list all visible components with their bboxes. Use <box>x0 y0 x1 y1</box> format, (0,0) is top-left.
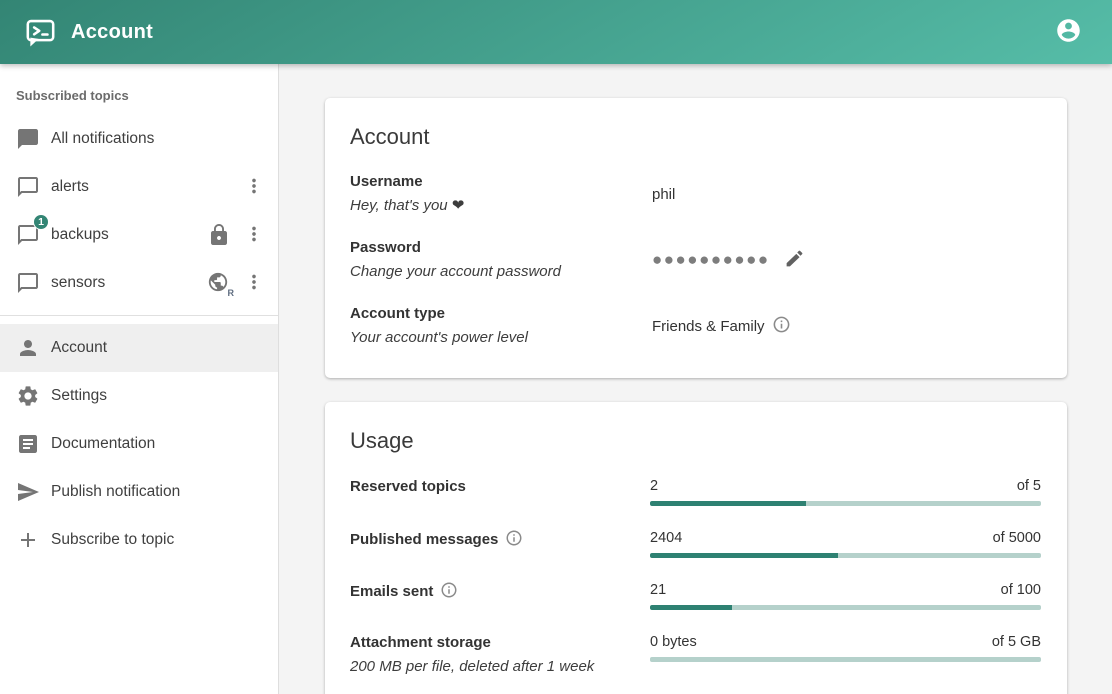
sidebar-item-label: Subscribe to topic <box>51 531 270 549</box>
attachment-storage-row: Attachment storage 200 MB per file, dele… <box>350 633 1041 677</box>
sidebar-item-label: sensors <box>51 274 207 292</box>
emails-sent-meter: 21 of 100 <box>650 581 1041 610</box>
page-title: Account <box>71 21 1046 44</box>
main-content: Account Username Hey, that's you ❤ phil … <box>279 64 1112 694</box>
sidebar-divider <box>0 315 278 316</box>
info-icon <box>440 581 458 602</box>
sidebar-item-label: alerts <box>51 178 238 196</box>
account-type-value: Friends & Family <box>652 318 765 335</box>
lock-icon <box>207 223 231 247</box>
username-value: phil <box>652 186 1041 203</box>
usage-card: Usage Reserved topics 2 of 5 Published m… <box>325 402 1067 694</box>
emails-sent-label: Emails sent <box>350 583 433 600</box>
meter-current: 2 <box>650 477 658 496</box>
meter-current: 21 <box>650 581 666 600</box>
published-messages-info-button[interactable] <box>505 529 523 550</box>
attachment-storage-subtitle: 200 MB per file, deleted after 1 week <box>350 657 650 677</box>
emails-sent-info-button[interactable] <box>440 581 458 602</box>
chat-bubble-filled-icon <box>16 127 40 151</box>
reserved-letter: R <box>228 289 235 298</box>
published-messages-meter: 2404 of 5000 <box>650 529 1041 558</box>
meter-limit: of 5 GB <box>992 633 1041 652</box>
info-icon <box>772 315 791 337</box>
username-subtitle: Hey, that's you ❤ <box>350 196 652 216</box>
more-vert-icon <box>243 223 265 248</box>
username-label: Username <box>350 172 652 192</box>
username-row: Username Hey, that's you ❤ phil <box>350 172 1041 216</box>
change-password-button[interactable] <box>780 245 810 275</box>
progress-bar <box>650 605 1041 610</box>
sidebar-item-subscribe-to-topic[interactable]: Subscribe to topic <box>0 516 278 564</box>
sidebar-item-label: backups <box>51 226 207 244</box>
password-label: Password <box>350 238 652 258</box>
chat-bubble-outline-icon <box>16 271 40 295</box>
person-icon <box>16 336 40 360</box>
sidebar-item-alerts[interactable]: alerts <box>0 163 278 211</box>
sidebar-item-publish-notification[interactable]: Publish notification <box>0 468 278 516</box>
send-icon <box>16 480 40 504</box>
account-menu-button[interactable] <box>1046 10 1090 54</box>
article-icon <box>16 432 40 456</box>
subscribed-topics-caption: Subscribed topics <box>0 78 278 115</box>
sidebar-item-all-notifications[interactable]: All notifications <box>0 115 278 163</box>
account-circle-icon <box>1055 17 1082 47</box>
account-card-title: Account <box>350 124 1041 150</box>
meter-current: 2404 <box>650 529 682 548</box>
unread-count-badge: 1 <box>33 214 49 230</box>
progress-bar <box>650 553 1041 558</box>
password-row: Password Change your account password ●●… <box>350 238 1041 282</box>
chat-bubble-outline-icon <box>16 175 40 199</box>
sidebar-item-settings[interactable]: Settings <box>0 372 278 420</box>
account-type-label: Account type <box>350 304 652 324</box>
more-vert-icon <box>243 271 265 296</box>
meter-limit: of 100 <box>1001 581 1041 600</box>
sidebar-item-sensors[interactable]: sensors R <box>0 259 278 307</box>
sidebar-item-label: Documentation <box>51 435 270 453</box>
account-type-row: Account type Your account's power level … <box>350 304 1041 348</box>
reserved-topics-row: Reserved topics 2 of 5 <box>350 477 1041 506</box>
attachment-storage-label: Attachment storage <box>350 633 650 653</box>
usage-card-title: Usage <box>350 428 1041 454</box>
sidebar-item-label: Settings <box>51 387 270 405</box>
password-subtitle: Change your account password <box>350 262 652 282</box>
info-icon <box>505 529 523 550</box>
progress-bar <box>650 501 1041 506</box>
emails-sent-row: Emails sent 21 of 100 <box>350 581 1041 610</box>
reserved-topics-label: Reserved topics <box>350 478 466 495</box>
plus-icon <box>16 528 40 552</box>
ntfy-logo-icon <box>24 16 57 49</box>
account-type-info-button[interactable] <box>772 315 791 337</box>
topic-menu-button[interactable] <box>238 219 270 251</box>
reserved-topics-meter: 2 of 5 <box>650 477 1041 506</box>
chat-bubble-outline-icon: 1 <box>16 223 40 247</box>
meter-limit: of 5 <box>1017 477 1041 496</box>
sidebar-item-label: All notifications <box>51 130 270 148</box>
pencil-icon <box>784 248 805 272</box>
topic-menu-button[interactable] <box>238 267 270 299</box>
topic-menu-button[interactable] <box>238 171 270 203</box>
meter-limit: of 5000 <box>993 529 1041 548</box>
meter-current: 0 bytes <box>650 633 697 652</box>
globe-reserved-icon: R <box>207 271 231 295</box>
sidebar-item-backups[interactable]: 1 backups <box>0 211 278 259</box>
account-card: Account Username Hey, that's you ❤ phil … <box>325 98 1067 378</box>
attachment-storage-meter: 0 bytes of 5 GB <box>650 633 1041 662</box>
gear-icon <box>16 384 40 408</box>
published-messages-row: Published messages 2404 of 5000 <box>350 529 1041 558</box>
account-type-subtitle: Your account's power level <box>350 328 652 348</box>
sidebar-item-label: Publish notification <box>51 483 270 501</box>
published-messages-label: Published messages <box>350 531 498 548</box>
sidebar-item-label: Account <box>51 339 270 357</box>
password-masked-value: ●●●●●●●●●● <box>652 251 770 269</box>
sidebar: Subscribed topics All notifications aler… <box>0 64 279 694</box>
sidebar-item-account[interactable]: Account <box>0 324 278 372</box>
progress-bar <box>650 657 1041 662</box>
sidebar-item-documentation[interactable]: Documentation <box>0 420 278 468</box>
app-bar: Account <box>0 0 1112 64</box>
more-vert-icon <box>243 175 265 200</box>
